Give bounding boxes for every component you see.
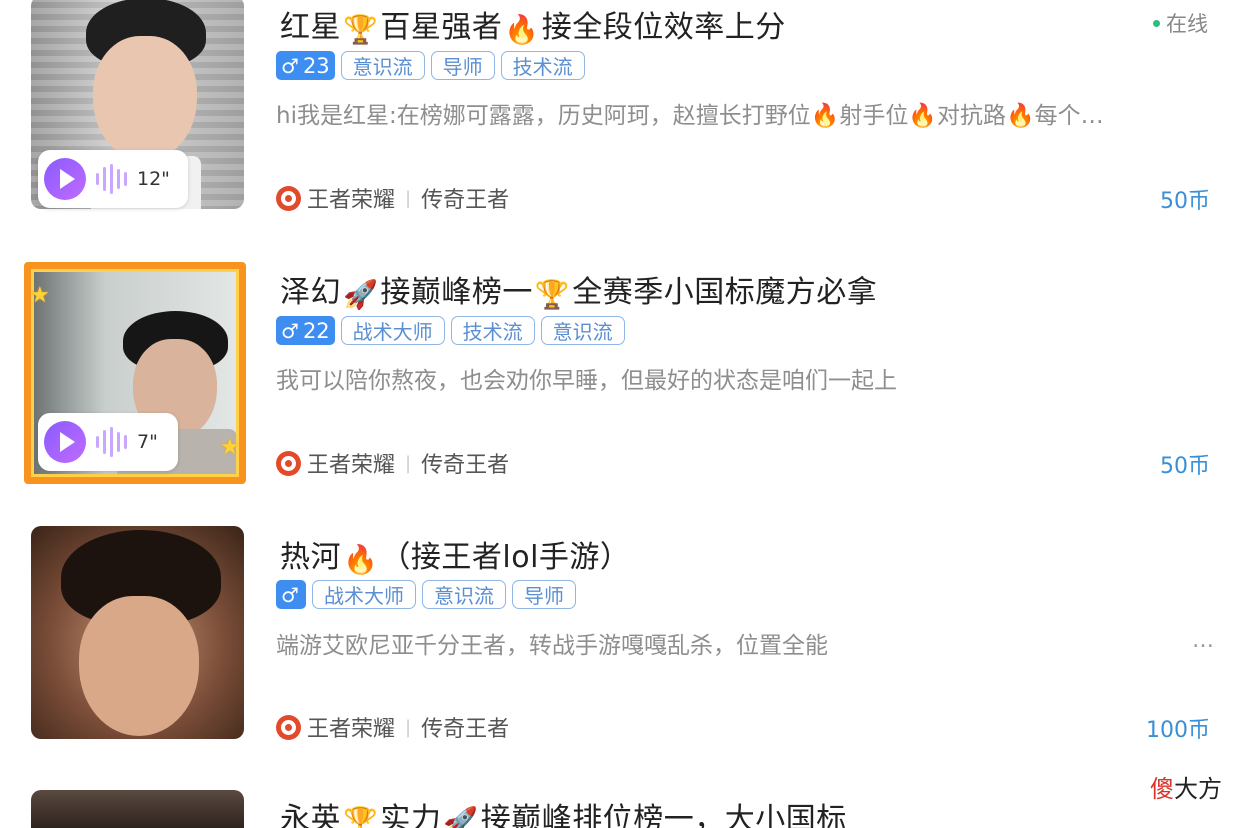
rocket-icon: 🚀 xyxy=(443,805,479,828)
trophy-icon: 🏆 xyxy=(343,13,379,46)
rank: 传奇王者 xyxy=(421,188,510,213)
skill-tag: 战术大师 xyxy=(312,580,416,609)
rocket-icon: 🚀 xyxy=(343,278,379,311)
watermark: 傻大方 xyxy=(1150,769,1222,804)
bio-text: 端游艾欧尼亚千分王者，转战手游嘎嘎乱杀，位置全能 xyxy=(276,633,828,659)
fire-icon: 🔥 xyxy=(504,13,540,46)
gender-age-badge: ♂ 23 xyxy=(276,51,335,80)
skill-tag: 战术大师 xyxy=(340,316,445,345)
fire-icon: 🔥 xyxy=(343,543,379,576)
rank: 传奇王者 xyxy=(421,453,510,478)
title-segment: 接全段位效率上分 xyxy=(541,10,786,45)
price: 100币 xyxy=(1146,718,1210,743)
card-title: 永英🏆实力🚀接巅峰排位榜一，大小国标 xyxy=(280,794,847,828)
play-icon[interactable] xyxy=(44,421,86,463)
skill-tag: 导师 xyxy=(512,580,576,609)
card-title: 红星🏆百星强者🔥接全段位效率上分 xyxy=(280,2,786,46)
star-icon: ★ xyxy=(30,283,50,308)
trophy-icon: 🏆 xyxy=(343,805,379,828)
list-item[interactable]: ★ ★ 7" 泽幻🚀接巅峰榜一🏆全赛季小国标魔方必拿 ♂ 22 战术大师 技术流… xyxy=(0,262,1242,530)
online-dot-icon xyxy=(1153,20,1160,27)
male-icon: ♂ xyxy=(281,53,299,78)
tag-row: ♂ 23 意识流 导师 技术流 xyxy=(276,51,585,80)
skill-tag: 意识流 xyxy=(422,580,506,609)
skill-tag: 意识流 xyxy=(540,316,625,345)
gender-badge: ♂ xyxy=(276,580,306,609)
game-info: 王者荣耀 | 传奇王者 xyxy=(276,447,509,479)
title-segment: 百星强者 xyxy=(380,10,503,45)
card-title: 热河🔥（接王者lol手游） xyxy=(280,532,630,576)
list-item[interactable]: 永英🏆实力🚀接巅峰排位榜一，大小国标 xyxy=(0,790,1242,828)
online-status: 在线 xyxy=(1153,8,1208,38)
avatar[interactable] xyxy=(31,526,244,739)
male-icon: ♂ xyxy=(281,582,299,607)
skill-tag: 技术流 xyxy=(500,51,585,80)
bio-text: hi我是红星:在榜娜可露露，历史阿珂，赵擅长打野位🔥射手位🔥对抗路🔥每个… xyxy=(276,103,1104,129)
game-logo-icon xyxy=(276,450,301,476)
skill-tag: 意识流 xyxy=(340,51,425,80)
game-name: 王者荣耀 xyxy=(307,717,396,742)
game-logo-icon xyxy=(276,714,301,740)
title-segment: 接巅峰排位榜一，大小国标 xyxy=(480,802,847,828)
player-name: 永英 xyxy=(280,802,341,828)
voice-duration: 12" xyxy=(137,168,170,190)
avatar[interactable] xyxy=(31,790,244,828)
male-icon: ♂ xyxy=(281,318,299,343)
skill-tag: 技术流 xyxy=(450,316,535,345)
player-name: 泽幻 xyxy=(280,275,341,310)
trophy-icon: 🏆 xyxy=(534,278,571,311)
title-segment: （接王者lol手游） xyxy=(380,540,631,575)
age: 22 xyxy=(302,318,330,343)
age: 23 xyxy=(302,53,330,78)
rank: 传奇王者 xyxy=(421,717,510,742)
game-info: 王者荣耀 | 传奇王者 xyxy=(276,182,509,214)
card-title: 泽幻🚀接巅峰榜一🏆全赛季小国标魔方必拿 xyxy=(280,267,877,311)
divider: | xyxy=(405,716,412,738)
list-item[interactable]: 12" 红星🏆百星强者🔥接全段位效率上分 在线 ♂ 23 意识流 导师 技术流 … xyxy=(0,0,1242,265)
price: 50币 xyxy=(1160,454,1210,479)
game-name: 王者荣耀 xyxy=(307,188,396,213)
waveform-icon xyxy=(96,427,127,457)
play-icon[interactable] xyxy=(44,158,86,200)
waveform-icon xyxy=(96,164,127,194)
player-name: 红星 xyxy=(280,10,341,45)
voice-intro-button[interactable]: 12" xyxy=(38,150,188,208)
list-item[interactable]: 热河🔥（接王者lol手游） ♂ 战术大师 意识流 导师 端游艾欧尼亚千分王者，转… xyxy=(0,526,1242,795)
companion-list: 12" 红星🏆百星强者🔥接全段位效率上分 在线 ♂ 23 意识流 导师 技术流 … xyxy=(0,0,1242,828)
game-logo-icon xyxy=(276,185,301,211)
watermark-accent: 傻 xyxy=(1150,775,1174,803)
game-info: 王者荣耀 | 传奇王者 xyxy=(276,711,509,743)
title-segment: 接巅峰榜一 xyxy=(380,275,533,310)
title-segment: 全赛季小国标魔方必拿 xyxy=(572,275,878,310)
divider: | xyxy=(405,452,412,474)
online-label: 在线 xyxy=(1166,12,1208,36)
gender-age-badge: ♂ 22 xyxy=(276,316,335,345)
more-icon[interactable]: … xyxy=(1192,628,1214,653)
title-segment: 实力 xyxy=(380,802,442,828)
star-icon: ★ xyxy=(220,435,240,460)
tag-row: ♂ 战术大师 意识流 导师 xyxy=(276,580,576,609)
player-name: 热河 xyxy=(280,540,341,575)
bio-text: 我可以陪你熬夜，也会劝你早睡，但最好的状态是咱们一起上 xyxy=(276,368,897,394)
watermark-text: 大方 xyxy=(1174,775,1222,803)
voice-intro-button[interactable]: 7" xyxy=(38,413,178,471)
game-name: 王者荣耀 xyxy=(307,453,396,478)
price: 50币 xyxy=(1160,189,1210,214)
skill-tag: 导师 xyxy=(430,51,495,80)
tag-row: ♂ 22 战术大师 技术流 意识流 xyxy=(276,316,625,345)
divider: | xyxy=(405,187,412,209)
voice-duration: 7" xyxy=(137,431,158,453)
